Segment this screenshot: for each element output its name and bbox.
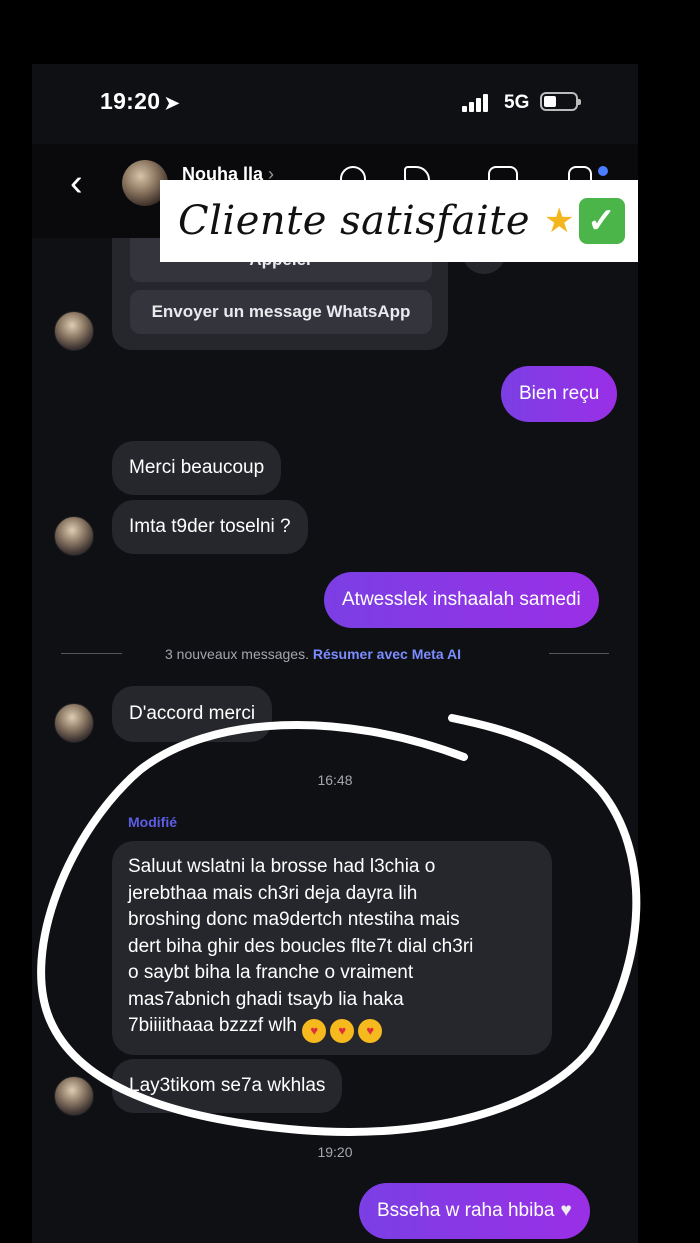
avatar xyxy=(54,311,94,351)
divider-line-right xyxy=(549,653,609,654)
message-in[interactable]: Lay3tikom se7a wkhlas xyxy=(112,1059,343,1113)
star-icon: ★ xyxy=(544,202,575,240)
timestamp: 16:48 xyxy=(317,772,353,788)
timestamp: 19:20 xyxy=(317,1144,353,1160)
message-in[interactable]: Imta t9der toselni ? xyxy=(112,500,308,554)
overlay-text: Cliente satisfaite xyxy=(178,198,531,244)
white-heart-icon: ♥ xyxy=(560,1200,572,1221)
divider-line-left xyxy=(61,653,122,654)
message-in-long[interactable]: Saluut wslatni la brosse had l3chia o je… xyxy=(112,841,552,1055)
message-out[interactable]: Bien reçu xyxy=(501,366,618,422)
notification-dot xyxy=(598,166,608,176)
overlay-caption: Cliente satisfaite ★ ✓ xyxy=(160,180,638,262)
back-arrow-icon[interactable]: ‹ xyxy=(70,162,83,205)
heart-eyes-emoji-icon: ♥ xyxy=(330,1019,355,1043)
battery-icon xyxy=(540,92,581,111)
whatsapp-button[interactable]: Envoyer un message WhatsApp xyxy=(130,290,432,334)
avatar xyxy=(54,703,94,743)
modified-label: Modifié xyxy=(128,814,177,830)
check-icon: ✓ xyxy=(578,198,625,244)
signal-icon xyxy=(462,92,494,112)
avatar xyxy=(54,1076,94,1116)
message-out[interactable]: Atwesslek inshaalah samedi xyxy=(324,572,599,628)
heart-eyes-emoji-icon: ♥ xyxy=(302,1019,327,1043)
message-in[interactable]: Merci beaucoup xyxy=(112,441,282,495)
heart-eyes-emoji-icon: ♥ xyxy=(358,1019,383,1043)
summarize-link[interactable]: Résumer avec Meta AI xyxy=(313,646,461,662)
location-arrow-icon: ➤ xyxy=(164,93,180,113)
message-out[interactable]: Bsseha w raha hbiba ♥ xyxy=(359,1183,590,1239)
new-messages-divider: 3 nouveaux messages. Résumer avec Meta A… xyxy=(165,646,461,662)
network-type: 5G xyxy=(504,92,530,113)
message-in[interactable]: D'accord merci xyxy=(112,686,273,742)
status-time: 19:20 ➤ xyxy=(100,88,180,114)
avatar xyxy=(54,516,94,556)
